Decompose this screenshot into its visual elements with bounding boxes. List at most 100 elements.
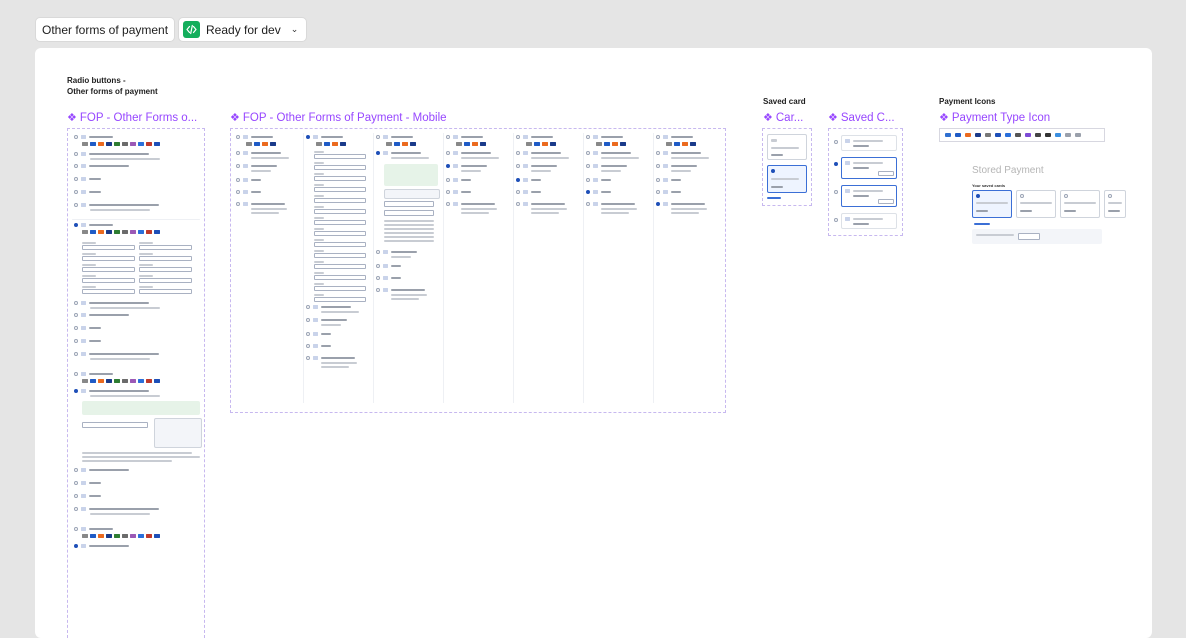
payment-option-row [74, 339, 101, 343]
payment-option-row [74, 177, 101, 181]
radio-icon [236, 164, 240, 168]
radio-icon [586, 178, 590, 182]
fop-desktop-frame[interactable] [67, 128, 205, 638]
payment-option-row [74, 203, 159, 207]
field-label [314, 151, 324, 153]
card-number [853, 167, 869, 169]
page-title: Other forms of payment [42, 22, 169, 37]
radio-icon [446, 164, 450, 168]
component-title-fop-mobile[interactable]: ❖ FOP - Other Forms of Payment - Mobile [230, 111, 447, 125]
card-brand-icon [122, 534, 128, 538]
option-label-line [89, 482, 101, 484]
saved-card-item [834, 185, 897, 207]
card-brand-icon [122, 379, 128, 383]
saved-card-frame[interactable] [828, 128, 903, 236]
option-label-line [601, 165, 627, 167]
payment-option-row [586, 178, 611, 182]
card-brand-icon [106, 142, 112, 146]
option-desc [90, 358, 150, 360]
input-field [139, 289, 192, 294]
option-label-line [89, 469, 129, 471]
input-field [82, 289, 135, 294]
input-field [314, 231, 366, 236]
terms-text [384, 240, 434, 242]
payment-method-icon [383, 288, 388, 292]
card-frame[interactable] [762, 128, 812, 206]
page-title-chip[interactable]: Other forms of payment [35, 17, 176, 42]
radio-icon [74, 326, 78, 330]
option-label-line [89, 165, 129, 167]
payment-option-row [74, 481, 101, 485]
payment-method-icon [453, 178, 458, 182]
option-label-line [89, 528, 113, 530]
option-label-line [89, 495, 101, 497]
payment-option-row [446, 190, 471, 194]
input-field [82, 256, 135, 261]
column-divider [583, 133, 584, 403]
radio-icon [376, 264, 380, 268]
card-number [853, 195, 869, 197]
radio-icon [74, 372, 78, 376]
payment-option-row [306, 318, 347, 322]
option-label-line [89, 314, 129, 316]
component-title-card[interactable]: ❖ Car... [763, 111, 803, 125]
payment-option-row [516, 151, 561, 155]
option-label-line [89, 353, 159, 355]
payment-method-icon [81, 389, 86, 393]
radio-icon [446, 151, 450, 155]
option-label-line [89, 302, 149, 304]
option-label-line [461, 152, 491, 154]
fop-mobile-frame[interactable] [230, 128, 726, 413]
radio-icon [236, 151, 240, 155]
option-label-line [89, 545, 129, 547]
payment-option-row [376, 250, 417, 254]
option-label-line [391, 265, 401, 267]
cvv-panel [972, 229, 1102, 244]
field-label [314, 184, 324, 186]
stored-payment-subtitle: Your saved cards [972, 183, 1006, 188]
option-label-line [531, 191, 541, 193]
card-brand-icon [620, 142, 626, 146]
column-divider [443, 133, 444, 403]
option-label-line [251, 165, 277, 167]
component-title-fop-desktop[interactable]: ❖ FOP - Other Forms o... [67, 111, 197, 125]
radio-icon [516, 178, 520, 182]
component-title-saved-card[interactable]: ❖ Saved C... [828, 111, 895, 125]
payment-method-icon [81, 313, 86, 317]
payment-option-row [74, 494, 101, 498]
card-brand-icon [534, 142, 540, 146]
payment-method-icon [243, 164, 248, 168]
radio-icon [74, 135, 78, 139]
radio-icon [74, 313, 78, 317]
option-label-line [671, 179, 681, 181]
visa-icon [975, 133, 981, 137]
payment-option-row [656, 151, 701, 155]
card-brand-icon [542, 142, 548, 146]
radio-icon [74, 177, 78, 181]
edit-card-link [767, 197, 781, 199]
radio-icon [376, 288, 380, 292]
payment-method-icon [81, 223, 86, 227]
option-label-line [321, 357, 355, 359]
card-brand-icon [130, 379, 136, 383]
option-desc [671, 170, 691, 172]
radio-icon [1064, 194, 1068, 198]
field-label [139, 242, 153, 244]
input-field [314, 286, 366, 291]
radio-icon [656, 164, 660, 168]
dev-status-dropdown[interactable]: Ready for dev ⌄ [178, 17, 308, 42]
radio-icon [586, 202, 590, 206]
radio-icon [306, 318, 310, 322]
payment-method-icon [383, 151, 388, 155]
field-label [314, 228, 324, 230]
radio-icon [306, 356, 310, 360]
design-canvas[interactable]: Radio buttons - Other forms of payment S… [35, 48, 1152, 638]
saved-card-item [834, 157, 897, 179]
payment-type-icon-frame[interactable] [939, 128, 1105, 142]
radio-icon [446, 135, 450, 139]
radio-icon [74, 339, 78, 343]
radio-icon [236, 202, 240, 206]
cvv-field [878, 171, 894, 176]
card-brand-icon [324, 142, 330, 146]
component-title-payment-type-icon[interactable]: ❖ Payment Type Icon [939, 111, 1050, 125]
